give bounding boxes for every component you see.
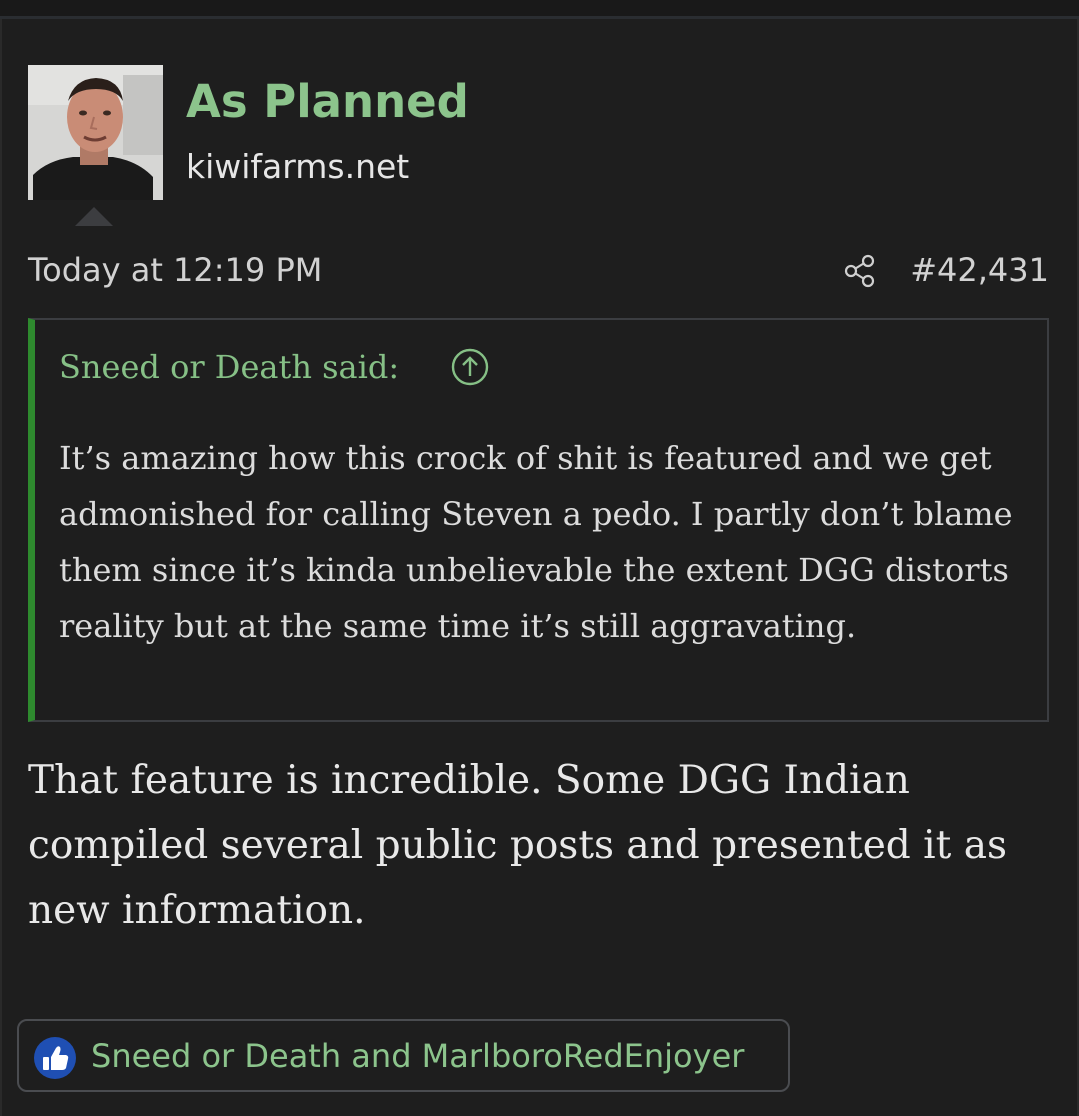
quote-block: Sneed or Death said: It’s amazing how th… [28,318,1049,722]
user-title: kiwifarms.net [186,147,410,186]
avatar-image [28,65,163,200]
post-divider [0,16,1079,19]
arrow-up-circle-icon[interactable] [451,348,489,386]
post-border [0,19,2,1116]
username[interactable]: As Planned [186,70,469,134]
thumbs-up-icon [34,1037,76,1079]
avatar-pointer [75,207,113,226]
post-body-text: That feature is incredible. Some DGG Ind… [28,758,1007,933]
quote-author[interactable]: Sneed or Death said: [59,342,399,392]
avatar[interactable] [28,65,163,200]
reactions-users[interactable]: Sneed or Death and MarlboroRedEnjoyer [91,1031,744,1081]
post-timestamp[interactable]: Today at 12:19 PM [28,246,322,294]
forum-post-page: As Planned kiwifarms.net Today at 12:19 … [0,0,1079,1116]
reactions-bar[interactable]: Sneed or Death and MarlboroRedEnjoyer [17,1019,790,1092]
quote-text: It’s amazing how this crock of shit is f… [59,439,1013,645]
previous-post-edge [0,0,1079,16]
share-icon[interactable] [843,254,877,288]
post-number[interactable]: #42,431 [910,246,1049,294]
